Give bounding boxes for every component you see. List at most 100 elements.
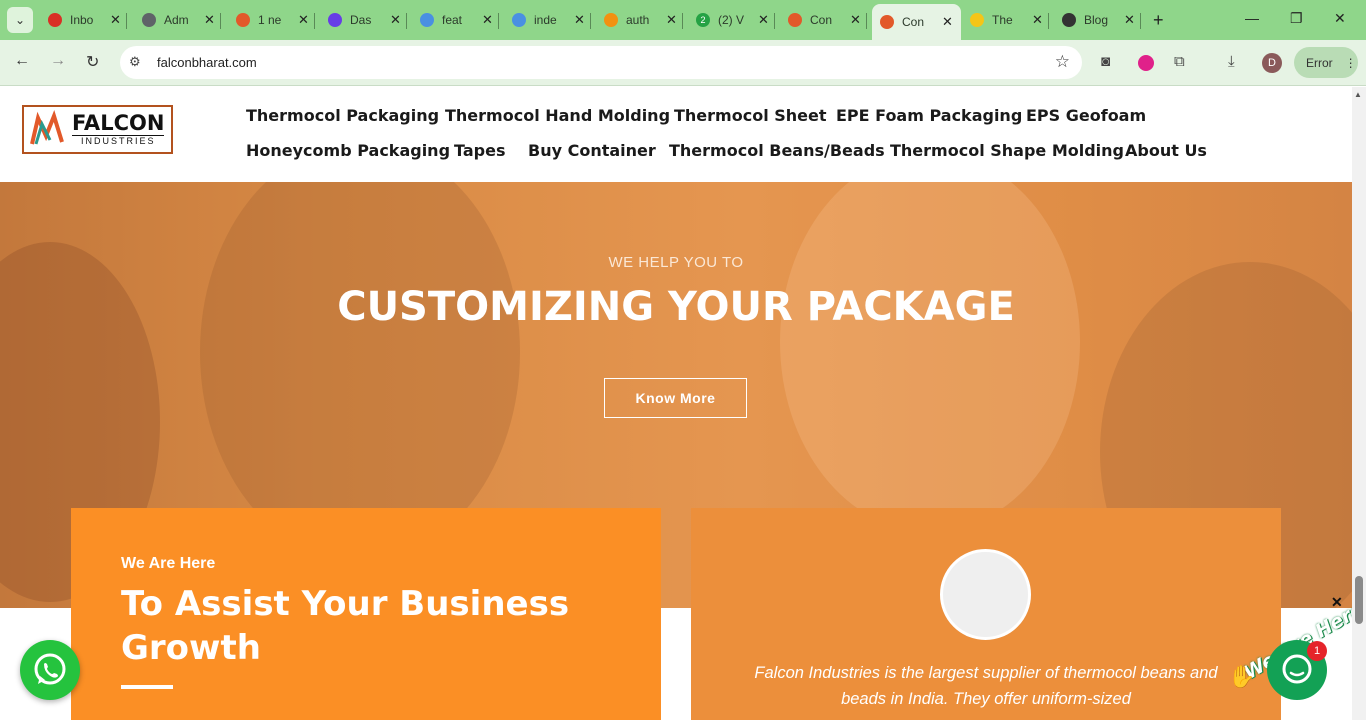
nav-epe-foam-packaging[interactable]: EPE Foam Packaging: [836, 106, 1022, 125]
browser-tab-title: Das: [350, 13, 372, 27]
browser-tab[interactable]: feat ✕: [420, 6, 499, 34]
url-text[interactable]: falconbharat.com: [157, 55, 257, 70]
extension-icon[interactable]: [1138, 55, 1154, 71]
nav-thermocol-shape-molding[interactable]: Thermocol Shape Molding: [890, 141, 1124, 160]
browser-tab-title: inde: [534, 13, 557, 27]
close-tab-icon[interactable]: ✕: [942, 14, 953, 30]
close-tab-icon[interactable]: ✕: [574, 12, 585, 28]
chat-bubble-icon: [1282, 654, 1312, 684]
close-tab-icon[interactable]: ✕: [110, 12, 121, 28]
tab-separator: [497, 13, 499, 29]
forward-icon[interactable]: →: [50, 52, 66, 70]
camera-icon[interactable]: ◙: [1101, 53, 1110, 70]
falcon-icon: [880, 15, 894, 29]
assist-card-heading: To Assist Your Business Growth: [121, 584, 570, 668]
close-window-icon[interactable]: ✕: [1334, 10, 1346, 27]
close-tab-icon[interactable]: ✕: [1124, 12, 1135, 28]
tab-separator: [313, 13, 315, 29]
heading-underline: [121, 685, 173, 689]
browser-tab[interactable]: Adm ✕: [142, 6, 221, 34]
close-tab-icon[interactable]: ✕: [298, 12, 309, 28]
browser-tab[interactable]: The ✕: [970, 6, 1049, 34]
testimonial-card: Falcon Industries is the largest supplie…: [691, 508, 1281, 720]
tab-separator: [219, 13, 221, 29]
browser-tab-title: Con: [902, 15, 925, 29]
globe-blue-icon: [420, 13, 434, 27]
whatsapp-icon: [34, 653, 66, 685]
close-tab-icon[interactable]: ✕: [390, 12, 401, 28]
browser-tab[interactable]: 2 (2) V ✕: [696, 6, 775, 34]
address-bar[interactable]: ⚙ falconbharat.com ☆: [120, 46, 1082, 79]
nav-tapes[interactable]: Tapes: [454, 141, 505, 160]
nav-thermocol-hand-molding[interactable]: Thermocol Hand Molding: [445, 106, 670, 125]
nav-thermocol-sheet[interactable]: Thermocol Sheet: [674, 106, 827, 125]
whatsapp-count-icon: 2: [696, 13, 710, 27]
openai-icon: [1062, 13, 1076, 27]
browser-tab-title: Con: [810, 13, 833, 27]
browser-tab[interactable]: auth ✕: [604, 6, 683, 34]
profile-avatar[interactable]: D: [1262, 53, 1282, 73]
whatsapp-button[interactable]: [20, 640, 80, 700]
tab-separator: [125, 13, 127, 29]
nav-thermocol-beans-beads[interactable]: Thermocol Beans/Beads: [669, 141, 885, 160]
assist-card: We Are Here To Assist Your Business Grow…: [71, 508, 661, 720]
close-tab-icon[interactable]: ✕: [204, 12, 215, 28]
back-icon[interactable]: ←: [14, 52, 30, 70]
browser-tab-title: 1 ne: [258, 13, 282, 27]
tab-search-button[interactable]: ⌄: [7, 7, 33, 33]
globe-icon: [142, 13, 156, 27]
close-tab-icon[interactable]: ✕: [482, 12, 493, 28]
nav-buy-container[interactable]: Buy Container: [528, 141, 656, 160]
tab-separator: [681, 13, 683, 29]
reload-icon[interactable]: ↻: [86, 52, 99, 72]
browser-tab[interactable]: Inbo ✕: [48, 6, 127, 34]
nav-about-us[interactable]: About Us: [1125, 141, 1207, 160]
browser-tab[interactable]: Con ✕: [788, 6, 867, 34]
browser-tab[interactable]: inde ✕: [512, 6, 591, 34]
tab-separator: [865, 13, 867, 29]
restore-icon[interactable]: ❐: [1290, 10, 1303, 27]
browser-tab[interactable]: 1 ne ✕: [236, 6, 315, 34]
close-tab-icon[interactable]: ✕: [850, 12, 861, 28]
hero-headline: CUSTOMIZING YOUR PACKAGE: [337, 284, 1015, 330]
site-header: FALCON INDUSTRIES Thermocol Packaging Th…: [0, 87, 1352, 182]
scroll-up-icon[interactable]: ▲: [1354, 90, 1362, 99]
close-tab-icon[interactable]: ✕: [666, 12, 677, 28]
download-icon[interactable]: ⤓: [1228, 53, 1235, 70]
hostinger-icon: [328, 13, 342, 27]
page-scrollbar[interactable]: [1352, 87, 1366, 720]
emoji-icon: [970, 13, 984, 27]
tab-separator: [1047, 13, 1049, 29]
tab-separator: [1139, 13, 1141, 29]
new-tab-button[interactable]: +: [1153, 10, 1164, 31]
pma-icon: [604, 13, 618, 27]
falcon-icon: [236, 13, 250, 27]
browser-tab[interactable]: Das ✕: [328, 6, 407, 34]
browser-tab-title: Inbo: [70, 13, 94, 27]
browser-tab-title: (2) V: [718, 13, 745, 27]
scrollbar-thumb[interactable]: [1355, 576, 1363, 624]
falcon-logo[interactable]: FALCON INDUSTRIES: [22, 105, 173, 154]
site-info-icon[interactable]: ⚙: [129, 54, 141, 70]
bookmark-star-icon[interactable]: ☆: [1055, 52, 1070, 72]
testimonial-quote: Falcon Industries is the largest supplie…: [754, 664, 1218, 708]
browser-tab-title: Blog: [1084, 13, 1109, 27]
browser-tab[interactable]: Con ✕: [872, 4, 961, 40]
kebab-menu-icon[interactable]: ⋮: [1345, 56, 1357, 70]
puzzle-icon[interactable]: ⧉: [1174, 53, 1185, 70]
close-tab-icon[interactable]: ✕: [1032, 12, 1043, 28]
error-button[interactable]: Error ⋮: [1294, 47, 1358, 78]
address-toolbar: ← → ↻ ⚙ falconbharat.com ☆ ◙ ⧉ ⤓ D Error…: [0, 40, 1366, 86]
nav-eps-geofoam[interactable]: EPS Geofoam: [1026, 106, 1146, 125]
gmail-icon: [48, 13, 62, 27]
nav-honeycomb-packaging[interactable]: Honeycomb Packaging: [246, 141, 450, 160]
hero-photo-shape: [780, 182, 1080, 532]
waving-hand-icon: ✋: [1228, 664, 1256, 689]
browser-tab[interactable]: Blog ✕: [1062, 6, 1141, 34]
know-more-button[interactable]: Know More: [604, 378, 747, 418]
minimize-icon[interactable]: —: [1245, 10, 1259, 26]
globe-blue-icon: [512, 13, 526, 27]
logo-brand: FALCON: [72, 111, 165, 135]
close-tab-icon[interactable]: ✕: [758, 12, 769, 28]
nav-thermocol-packaging[interactable]: Thermocol Packaging: [246, 106, 439, 125]
